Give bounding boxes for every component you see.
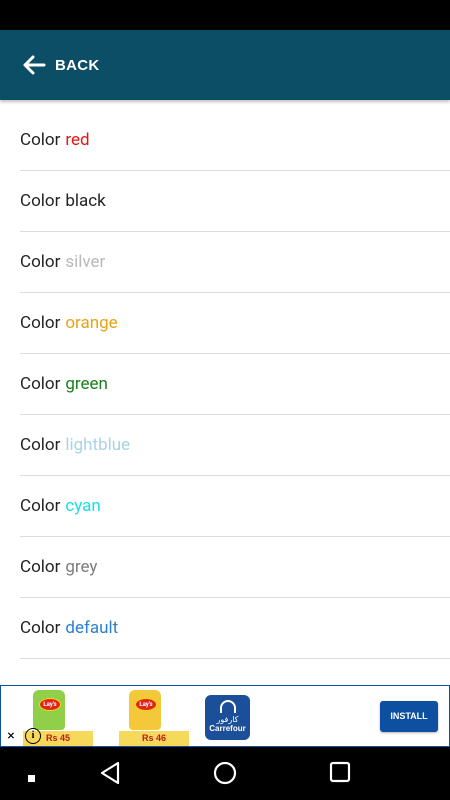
list-item[interactable]: Color orange bbox=[20, 293, 450, 354]
item-prefix: Color bbox=[20, 374, 61, 394]
arrow-left-icon bbox=[22, 54, 46, 76]
recents-square-icon[interactable] bbox=[329, 761, 351, 787]
list-item[interactable]: Color cyan bbox=[20, 476, 450, 537]
color-name: grey bbox=[65, 557, 98, 577]
item-prefix: Color bbox=[20, 557, 61, 577]
color-name: cyan bbox=[65, 496, 101, 516]
list-item[interactable]: Color silver bbox=[20, 232, 450, 293]
brand-logo-image: Lay's bbox=[39, 698, 61, 711]
list-item[interactable]: Color default bbox=[20, 598, 450, 659]
brand-logo-image: Lay's bbox=[135, 698, 157, 711]
close-icon[interactable]: × bbox=[3, 728, 19, 744]
item-prefix: Color bbox=[20, 618, 61, 638]
item-prefix: Color bbox=[20, 252, 61, 272]
ad-banner[interactable]: Lay's Rs 45 Lay's Rs 46 كارفور Carrefour… bbox=[0, 685, 450, 747]
color-name: silver bbox=[65, 252, 106, 272]
color-name: black bbox=[65, 191, 106, 211]
list-item[interactable]: Color green bbox=[20, 354, 450, 415]
list-item[interactable]: Color red bbox=[20, 110, 450, 171]
color-name: green bbox=[65, 374, 108, 394]
list-item[interactable]: Color black bbox=[20, 171, 450, 232]
brand-arabic: كارفور bbox=[216, 715, 239, 724]
back-label: BACK bbox=[55, 56, 100, 74]
small-square-icon[interactable] bbox=[27, 769, 37, 788]
item-prefix: Color bbox=[20, 313, 61, 333]
ad-product-2[interactable]: Lay's Rs 46 bbox=[119, 690, 189, 746]
chip-bag-image: Lay's bbox=[129, 690, 161, 730]
item-prefix: Color bbox=[20, 435, 61, 455]
back-button[interactable]: BACK bbox=[22, 41, 100, 89]
color-name: default bbox=[65, 618, 119, 638]
price-tag: Rs 46 bbox=[119, 731, 189, 746]
brand-name: Carrefour bbox=[209, 724, 246, 733]
advertiser-logo[interactable]: كارفور Carrefour bbox=[205, 695, 250, 740]
color-name: red bbox=[65, 130, 90, 150]
carrefour-mark-icon bbox=[219, 700, 236, 713]
list-item[interactable]: Color lightblue bbox=[20, 415, 450, 476]
item-prefix: Color bbox=[20, 191, 61, 211]
item-prefix: Color bbox=[20, 130, 61, 150]
list-item[interactable]: Color grey bbox=[20, 537, 450, 598]
color-name: lightblue bbox=[65, 435, 131, 455]
system-nav-bar bbox=[0, 747, 450, 800]
chip-bag-image: Lay's bbox=[33, 690, 65, 730]
color-list: Color red Color black Color silver Color… bbox=[0, 110, 450, 659]
info-icon[interactable]: i bbox=[25, 728, 41, 744]
color-name: orange bbox=[65, 313, 118, 333]
home-circle-icon[interactable] bbox=[213, 761, 237, 789]
item-prefix: Color bbox=[20, 496, 61, 516]
status-bar bbox=[0, 0, 450, 30]
install-button[interactable]: INSTALL bbox=[380, 701, 438, 732]
app-bar: BACK bbox=[0, 30, 450, 100]
back-triangle-icon[interactable] bbox=[99, 761, 121, 789]
